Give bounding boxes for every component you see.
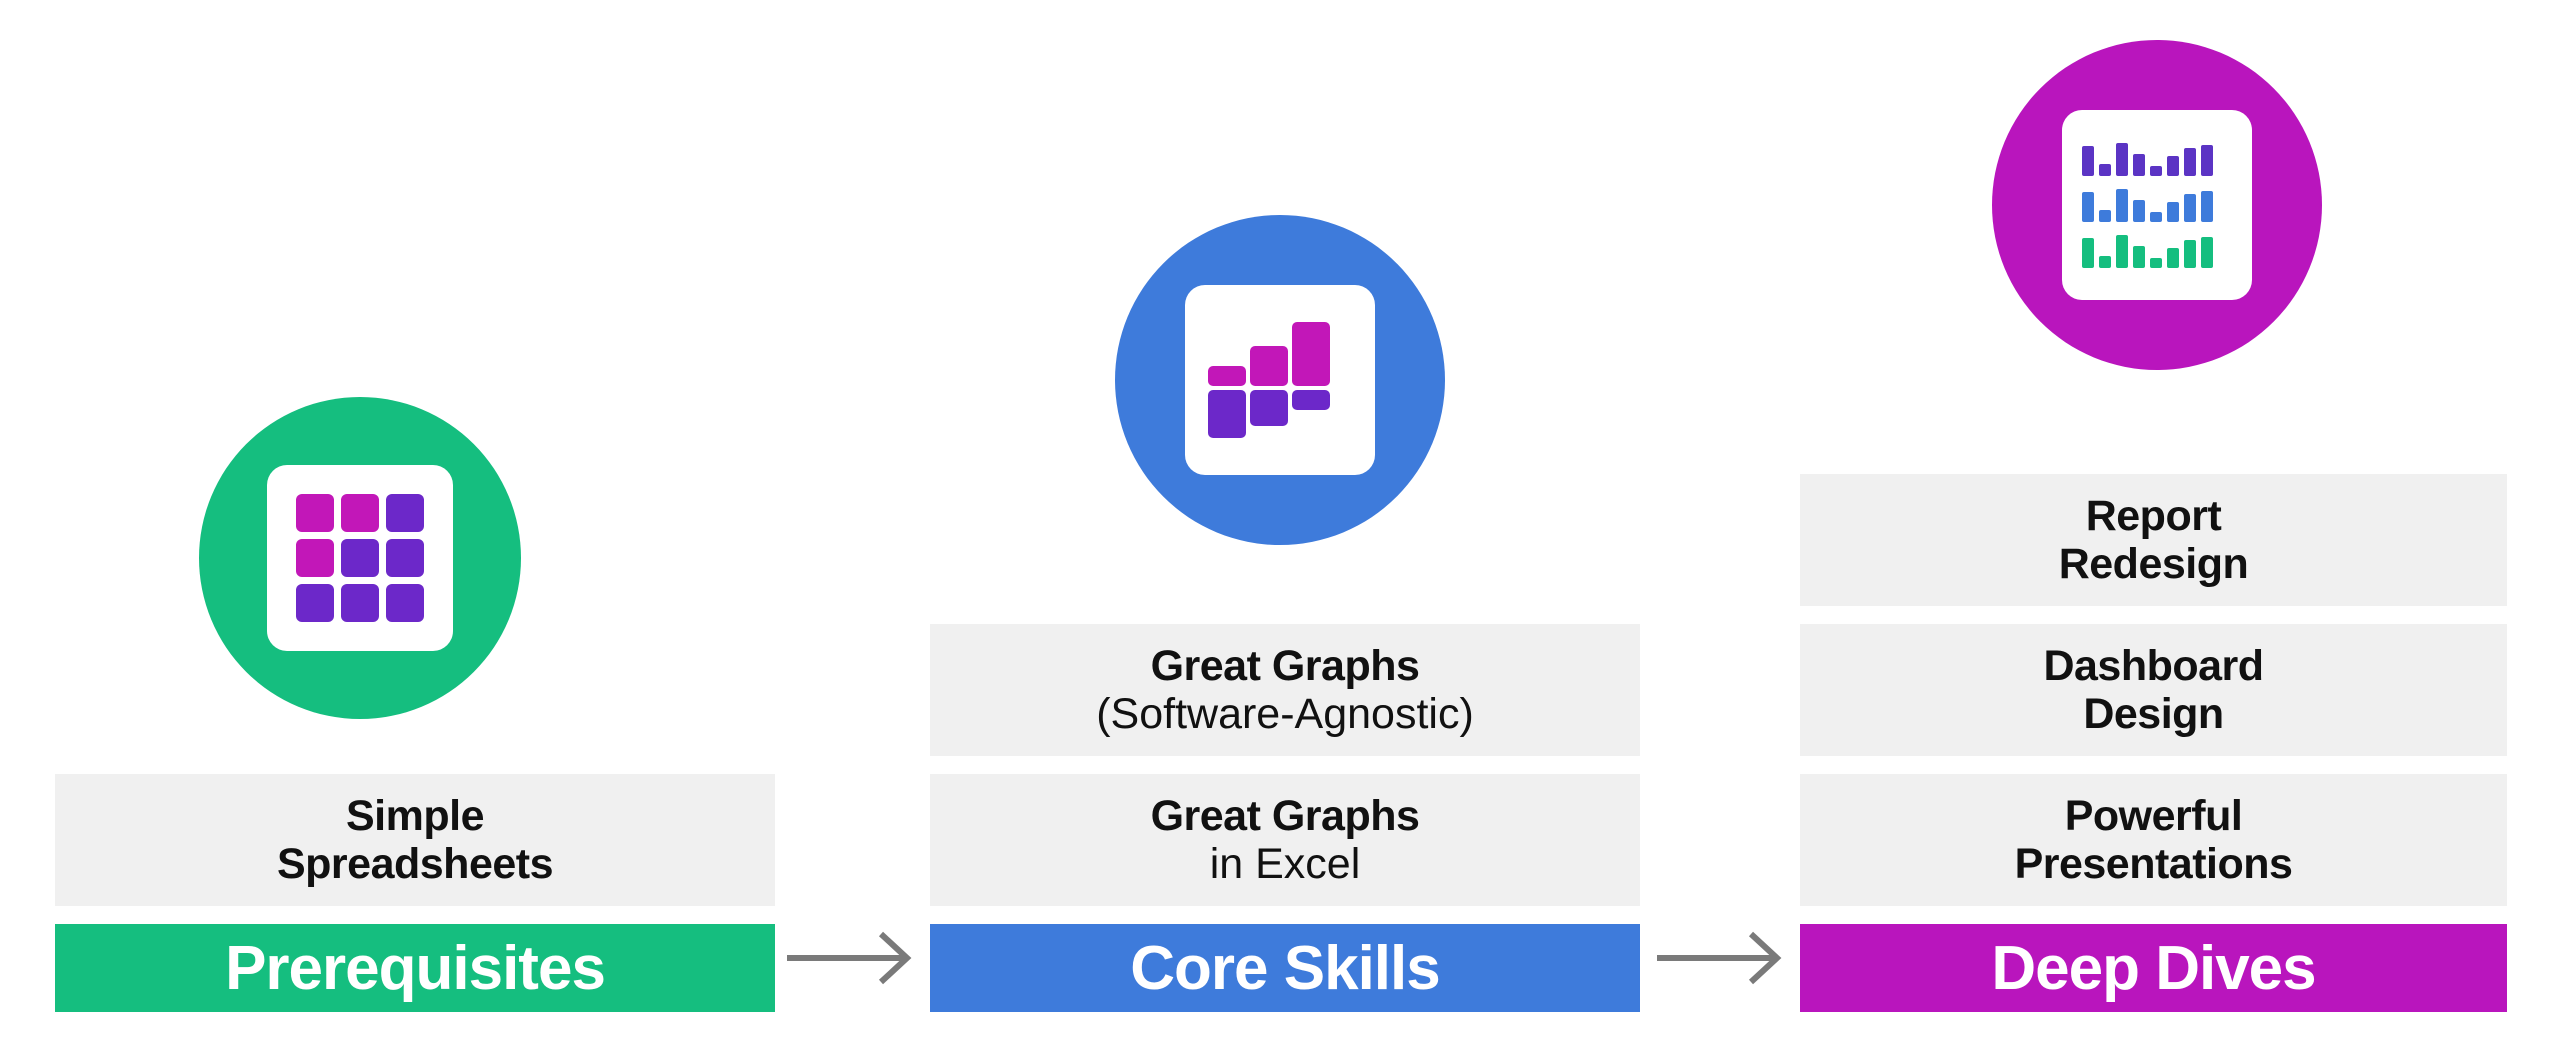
column-core-skills: Great Graphs (Software-Agnostic) Great G… xyxy=(930,0,1640,1012)
stage-banner-deep-dives[interactable]: Deep Dives xyxy=(1800,924,2507,1012)
course-title-line2: Presentations xyxy=(2014,840,2293,888)
course-card[interactable]: Dashboard Design xyxy=(1800,624,2507,756)
course-title-line1: Dashboard xyxy=(2043,641,2264,690)
arrow-prerequisites-to-core-skills xyxy=(785,928,925,988)
course-pathway-diagram: Simple Spreadsheets Prerequisites Great … xyxy=(0,0,2560,1047)
course-title-line2: (Software-Agnostic) xyxy=(1096,690,1474,738)
course-card[interactable]: Great Graphs in Excel xyxy=(930,774,1640,906)
column-deep-dives: Report Redesign Dashboard Design Powerfu… xyxy=(1800,0,2507,1012)
course-card[interactable]: Great Graphs (Software-Agnostic) xyxy=(930,624,1640,756)
course-card[interactable]: Powerful Presentations xyxy=(1800,774,2507,906)
course-title-line1: Great Graphs xyxy=(1150,641,1420,690)
arrow-right-icon xyxy=(1657,931,1782,985)
course-title-line2: Spreadsheets xyxy=(276,840,554,888)
course-title-line1: Powerful xyxy=(2064,791,2243,840)
course-card[interactable]: Report Redesign xyxy=(1800,474,2507,606)
course-title-line2: Redesign xyxy=(2058,540,2249,588)
course-title-line1: Great Graphs xyxy=(1150,791,1420,840)
stage-banner-core-skills[interactable]: Core Skills xyxy=(930,924,1640,1012)
course-title-line1: Simple xyxy=(346,791,485,840)
course-title-line2: in Excel xyxy=(1209,840,1361,888)
course-card[interactable]: Simple Spreadsheets xyxy=(55,774,775,906)
column-prerequisites: Simple Spreadsheets Prerequisites xyxy=(55,0,775,1012)
arrow-core-skills-to-deep-dives xyxy=(1655,928,1795,988)
stage-banner-prerequisites[interactable]: Prerequisites xyxy=(55,924,775,1012)
course-title-line2: Design xyxy=(2083,690,2224,738)
course-title-line1: Report xyxy=(2085,491,2222,540)
arrow-right-icon xyxy=(787,931,912,985)
